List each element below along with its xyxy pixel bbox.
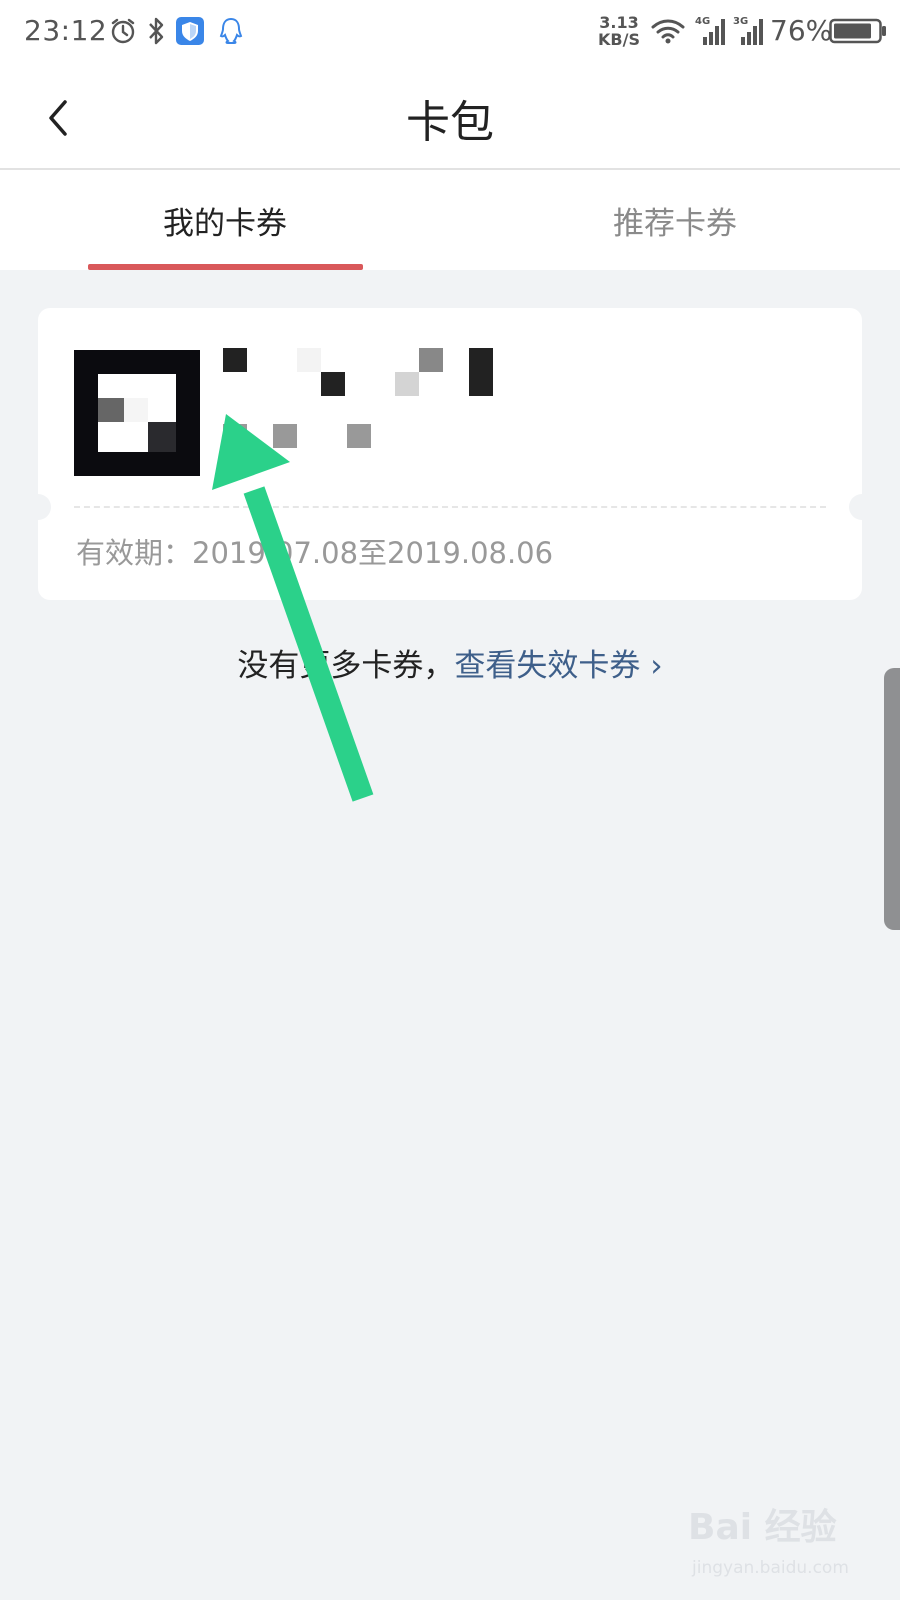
scroll-handle[interactable] bbox=[884, 668, 900, 930]
signal-icon: 4G bbox=[694, 14, 730, 48]
battery-icon bbox=[828, 14, 888, 48]
signal-icon-2: 3G bbox=[732, 14, 768, 48]
no-more-coupons-text: 没有更多卡券， bbox=[237, 648, 455, 684]
coupon-logo bbox=[74, 350, 200, 476]
tab-recommended-coupons[interactable]: 推荐卡券 bbox=[450, 170, 900, 270]
view-expired-coupons-link[interactable]: 查看失效卡券 › bbox=[454, 648, 662, 684]
page-title: 卡包 bbox=[406, 97, 494, 148]
battery-percent: 76% bbox=[770, 14, 833, 47]
qq-icon bbox=[216, 14, 246, 48]
tab-my-coupons[interactable]: 我的卡券 bbox=[0, 170, 450, 270]
card-divider bbox=[74, 506, 826, 508]
tab-active-indicator bbox=[88, 264, 363, 270]
card-notch-right bbox=[849, 494, 875, 520]
mosaic-block bbox=[223, 348, 247, 372]
mosaic-block bbox=[419, 348, 443, 372]
signal-net-label: 4G bbox=[695, 16, 710, 27]
status-bar: 23:12 3.13 KB/S 4G 3G 76% bbox=[0, 0, 900, 66]
coupon-logo-inner bbox=[98, 374, 176, 452]
watermark-url: jingyan.baidu.com bbox=[692, 1558, 849, 1578]
alarm-icon bbox=[108, 14, 138, 48]
network-speed: 3.13 KB/S bbox=[594, 14, 644, 48]
coupon-name-mosaic bbox=[223, 348, 523, 458]
mosaic-block bbox=[395, 372, 419, 396]
coupon-card[interactable]: 有效期：2019.07.08至2019.08.06 bbox=[25, 308, 875, 600]
bluetooth-icon bbox=[144, 14, 168, 48]
status-time: 23:12 bbox=[24, 14, 108, 47]
mosaic-block bbox=[347, 424, 371, 448]
shield-icon bbox=[174, 14, 206, 48]
mosaic-block bbox=[273, 424, 297, 448]
coupon-validity: 有效期：2019.07.08至2019.08.06 bbox=[76, 536, 554, 570]
view-expired-coupons-label: 查看失效卡券 bbox=[454, 648, 641, 684]
tab-bar: 我的卡券 推荐卡券 bbox=[0, 170, 900, 270]
nav-bar: 卡包 bbox=[0, 66, 900, 170]
watermark-logo: Bai 经验 bbox=[688, 1507, 837, 1548]
mosaic-block bbox=[148, 422, 176, 452]
mosaic-block bbox=[223, 424, 247, 448]
tab-my-coupons-label: 我的卡券 bbox=[163, 205, 287, 242]
mosaic-block bbox=[321, 372, 345, 396]
wifi-icon bbox=[648, 14, 688, 48]
mosaic-block bbox=[469, 348, 493, 396]
signal-net-label-2: 3G bbox=[733, 16, 748, 27]
chevron-right-icon: › bbox=[650, 648, 663, 684]
card-notch-left bbox=[25, 494, 51, 520]
no-more-coupons-note: 没有更多卡券，查看失效卡券 › bbox=[0, 640, 900, 685]
mosaic-block bbox=[124, 398, 148, 422]
network-speed-unit: KB/S bbox=[598, 30, 640, 49]
tab-recommended-coupons-label: 推荐卡券 bbox=[613, 205, 737, 242]
watermark: Bai 经验 jingyan.baidu.com bbox=[688, 1498, 868, 1588]
mosaic-block bbox=[98, 398, 124, 422]
mosaic-block bbox=[297, 348, 321, 372]
